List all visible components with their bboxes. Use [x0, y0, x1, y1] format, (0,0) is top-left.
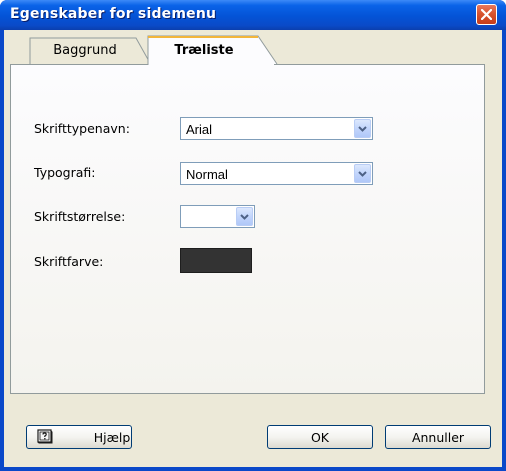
font-name-dropdown-button[interactable] — [354, 119, 371, 138]
font-size-dropdown-button[interactable] — [236, 207, 253, 226]
typography-value: Normal — [186, 167, 228, 182]
font-size-select[interactable] — [180, 205, 255, 228]
help-book-icon — [37, 429, 53, 444]
font-color-swatch[interactable] — [180, 248, 252, 273]
tab-panel — [10, 64, 485, 394]
typography-label: Typografi: — [34, 165, 96, 180]
help-button-label: Hjælp — [93, 430, 131, 445]
chevron-down-icon — [358, 126, 367, 132]
font-name-label: Skrifttypenavn: — [34, 121, 130, 136]
chevron-down-icon — [240, 214, 249, 220]
tab-traeliste[interactable]: Træliste — [146, 35, 278, 65]
font-size-label: Skriftstørrelse: — [34, 209, 126, 224]
dialog-window: Egenskaber for sidemenu Baggrund Trælist… — [0, 0, 506, 471]
close-button[interactable] — [476, 4, 497, 25]
ok-button[interactable]: OK — [267, 425, 373, 449]
cancel-button[interactable]: Annuller — [385, 425, 491, 449]
typography-dropdown-button[interactable] — [354, 164, 371, 183]
chevron-down-icon — [358, 171, 367, 177]
help-button[interactable]: Hjælp — [26, 425, 132, 449]
font-name-select[interactable]: Arial — [180, 117, 373, 140]
close-icon — [481, 9, 492, 20]
font-name-value: Arial — [186, 122, 213, 137]
ok-button-label: OK — [310, 430, 330, 445]
cancel-button-label: Annuller — [411, 430, 465, 445]
font-color-label: Skriftfarve: — [34, 254, 104, 269]
typography-select[interactable]: Normal — [180, 162, 373, 185]
window-title: Egenskaber for sidemenu — [10, 6, 217, 22]
title-bar[interactable]: Egenskaber for sidemenu — [0, 0, 506, 30]
tab-traeliste-label: Træliste — [174, 43, 234, 58]
